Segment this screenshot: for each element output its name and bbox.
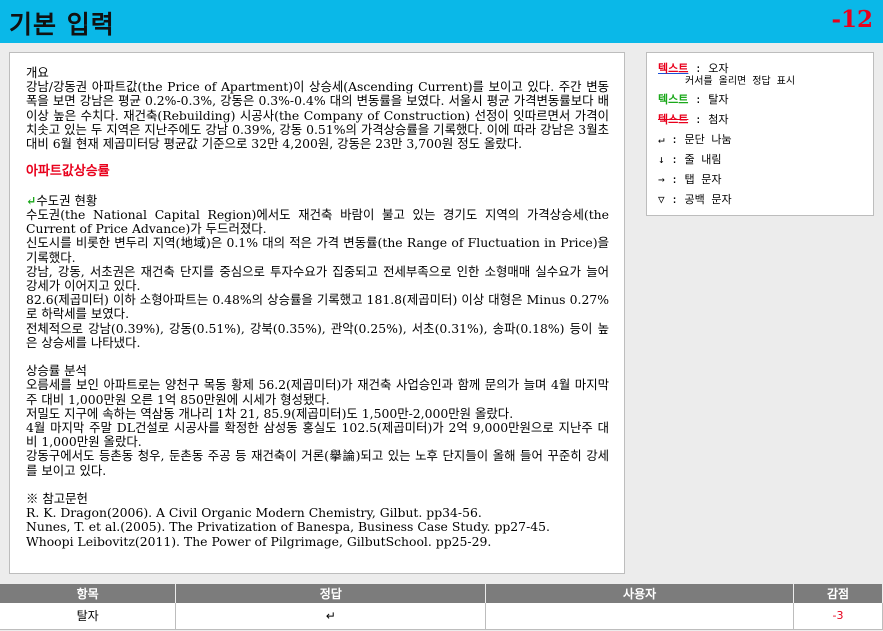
- legend-extra-desc: : 첨자: [695, 113, 729, 126]
- legend-extra-label: 텍스트: [658, 113, 689, 126]
- col-header-item: 항목: [0, 584, 177, 603]
- legend-typo-label: 텍스트: [658, 62, 689, 75]
- text-run: 82.6(제곱미터) 이하 소형아파트는 0.48%의 상승률을 기록했고 18…: [26, 292, 609, 322]
- text-run: 강남, 강동, 서초권은 재건축 단지를 중심으로 투자수요가 집중되고 전세부…: [26, 263, 609, 294]
- legend-omit-desc: : 탈자: [695, 93, 729, 106]
- col-header-user: 사용자: [485, 584, 795, 603]
- paragraph-text: 강동구에서도 등촌동 청우, 둔촌동 주공 등 재건축이 거론(擧論)되고 있는…: [26, 448, 609, 478]
- results-table: 항목 정답 사용자 감점 탈자 ↵ -3: [0, 584, 883, 630]
- paragraph-text: 강남, 강동, 서초권은 재건축 단지를 중심으로 투자수요가 집중되고 전세부…: [26, 263, 609, 294]
- cell-item: 탈자: [0, 603, 177, 630]
- text-run: 전체적으로 강남(0.39%), 강동(0.51%), 강북(0.35%), 관…: [26, 320, 609, 350]
- paragraph-title: 개요: [26, 65, 609, 80]
- col-header-penalty: 감점: [793, 584, 883, 603]
- paragraph-text: Nunes, T. et al.(2005). The Privatizatio…: [26, 520, 609, 534]
- paragraph-title: 상승률 분석: [26, 364, 609, 378]
- text-run: 강남/강동권 아파트값(the Price of Apartment)이 상승세…: [26, 79, 609, 152]
- text-run: R. K. Dragon(2006). A Civil Organic Mode…: [26, 505, 482, 521]
- text-run: 상승률 분석: [26, 363, 87, 379]
- text-run: 개요: [26, 65, 49, 80]
- cell-penalty: -3: [793, 603, 883, 630]
- paragraph-title: ↵수도권 현황: [26, 192, 609, 208]
- table-row: 탈자 ↵ -3: [0, 603, 883, 630]
- score-display: -12: [831, 6, 873, 33]
- text-run: 신도시를 비롯한 변두리 지역(地域)은 0.1% 대의 적은 가격 변동률(t…: [26, 235, 609, 265]
- legend-paragraph: ↵ : 문단 나눔: [658, 133, 732, 146]
- paragraph-title: ※ 참고문헌: [26, 491, 609, 507]
- legend-panel: 텍스트 : 오자 커서를 올리면 정답 표시 텍스트 : 탈자 텍스트 : 첨자…: [646, 52, 874, 216]
- paragraph-text: 신도시를 비롯한 변두리 지역(地域)은 0.1% 대의 적은 가격 변동률(t…: [26, 235, 609, 265]
- legend-line-break: ↓ : 줄 내림: [658, 153, 722, 166]
- results-header-row: 항목 정답 사용자 감점: [0, 584, 883, 603]
- legend-extra: 텍스트 : 첨자: [658, 111, 729, 127]
- page-title: 기본 입력: [9, 10, 115, 39]
- document-panel: 개요 강남/강동권 아파트값(the Price of Apartment)이 상…: [9, 52, 625, 574]
- paragraph-text: 4월 마지막 주말 DL건설로 시공사를 확정한 삼성동 홍실도 102.5(제…: [26, 420, 609, 450]
- paragraph-mark-icon: ↵: [26, 192, 37, 208]
- legend-omit: 텍스트 : 탈자: [658, 91, 729, 107]
- col-header-answer: 정답: [175, 584, 487, 603]
- paragraph-text: 강남/강동권 아파트값(the Price of Apartment)이 상승세…: [26, 80, 609, 151]
- paragraph-text: 저밀도 지구에 속하는 역삼동 개나리 1차 21, 85.9(제곱미터)도 1…: [26, 405, 609, 421]
- text-run: 오름세를 보인 아파트로는 양천구 목동 황제 56.2(제곱미터)가 재건축 …: [26, 377, 609, 407]
- text-run: 강동구에서도 등촌동 청우, 둔촌동 주공 등 재건축이 거론(擧論)되고 있는…: [26, 448, 609, 478]
- document-body: 개요 강남/강동권 아파트값(the Price of Apartment)이 상…: [26, 65, 609, 549]
- text-run: ※ 참고문헌: [26, 491, 88, 507]
- paragraph-text: Whoopi Leibovitz(2011). The Power of Pil…: [26, 533, 609, 549]
- section-heading: 아파트값상승률: [26, 164, 110, 180]
- legend-space: ▽ : 공백 문자: [658, 193, 732, 206]
- text-run: Whoopi Leibovitz(2011). The Power of Pil…: [26, 533, 492, 549]
- text-run: 수도권 현황: [36, 192, 98, 208]
- legend-tab: → : 탭 문자: [658, 173, 722, 186]
- legend-typo-hint: 커서를 올리면 정답 표시: [685, 76, 796, 87]
- text-run: Nunes, T. et al.(2005). The Privatizatio…: [26, 519, 550, 535]
- text-run: 4월 마지막 주말 DL건설로 시공사를 확정한 삼성동 홍실도 102.5(제…: [26, 420, 609, 450]
- paragraph-text: 전체적으로 강남(0.39%), 강동(0.51%), 강북(0.35%), 관…: [26, 320, 609, 350]
- text-run: 수도권(the National Capital Region)에서도 재건축 …: [26, 207, 609, 237]
- paragraph-text: 수도권(the National Capital Region)에서도 재건축 …: [26, 207, 609, 237]
- paragraph-text: 82.6(제곱미터) 이하 소형아파트는 0.48%의 상승률을 기록했고 18…: [26, 292, 609, 322]
- paragraph-text: R. K. Dragon(2006). A Civil Organic Mode…: [26, 506, 609, 520]
- paragraph-text: 오름세를 보인 아파트로는 양천구 목동 황제 56.2(제곱미터)가 재건축 …: [26, 377, 609, 407]
- legend-omit-label: 텍스트: [658, 93, 689, 106]
- text-run: 저밀도 지구에 속하는 역삼동 개나리 1차 21, 85.9(제곱미터)도 1…: [26, 405, 514, 421]
- header-bar: 기본 입력 -12: [0, 0, 883, 43]
- cell-answer: ↵: [175, 603, 487, 630]
- cell-user: [485, 603, 795, 630]
